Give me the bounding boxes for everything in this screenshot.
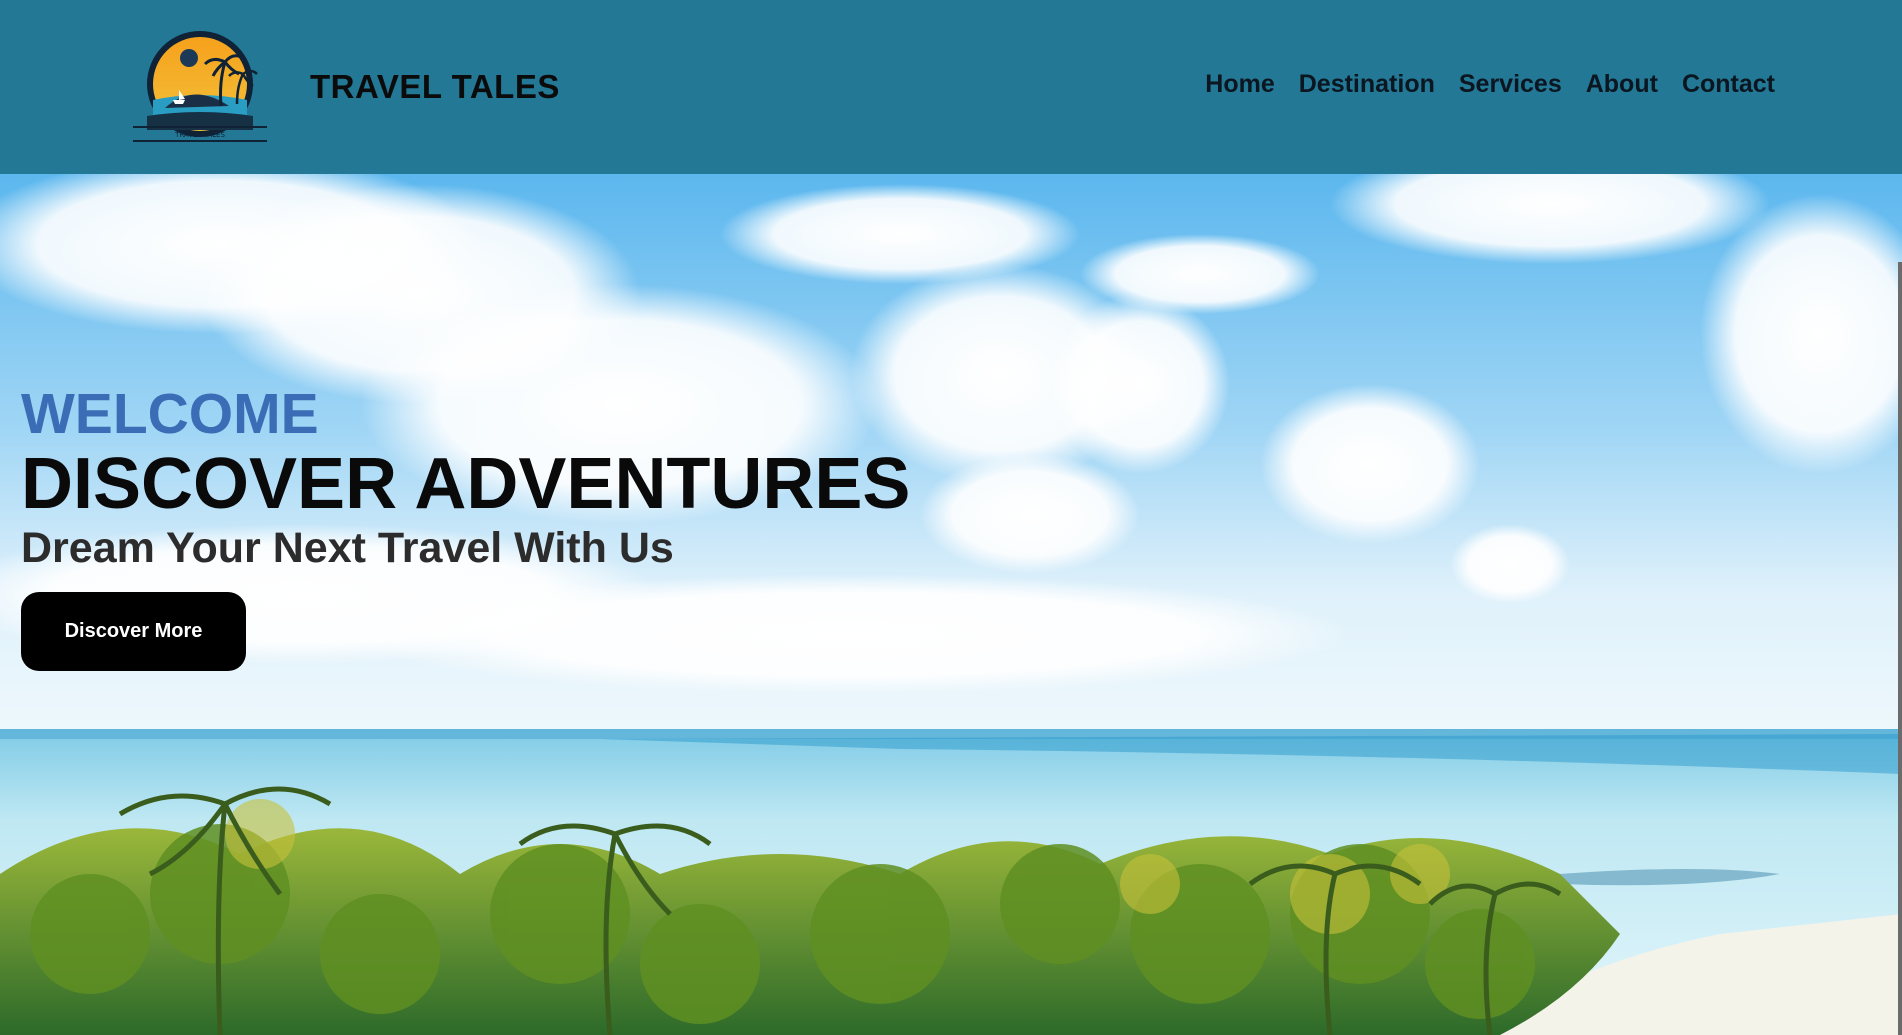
nav-link-about[interactable]: About xyxy=(1586,70,1658,99)
hero-subheading: Dream Your Next Travel With Us xyxy=(21,524,674,572)
brand-name[interactable]: TRAVEL TALES xyxy=(310,68,560,106)
svg-text:TRAVEL TALES: TRAVEL TALES xyxy=(174,131,225,139)
nav-link-services[interactable]: Services xyxy=(1459,70,1562,99)
discover-more-button[interactable]: Discover More xyxy=(21,592,246,671)
hero-text: WELCOME DISCOVER ADVENTURES Dream Your N… xyxy=(21,382,910,671)
scrollbar[interactable] xyxy=(1898,262,1902,1035)
logo-icon: TRAVEL TALES xyxy=(133,31,267,142)
main-nav: Home Destination Services About Contact xyxy=(1205,70,1775,99)
page: TRAVEL TALES TRAVEL TALES Home Destinati… xyxy=(0,0,1902,1035)
nav-link-home[interactable]: Home xyxy=(1205,70,1274,99)
site-header: TRAVEL TALES TRAVEL TALES Home Destinati… xyxy=(0,0,1902,174)
welcome-heading: WELCOME xyxy=(21,382,319,446)
hero-headline: DISCOVER ADVENTURES xyxy=(21,444,911,524)
hero-section: WELCOME DISCOVER ADVENTURES Dream Your N… xyxy=(0,174,1902,1035)
nav-link-contact[interactable]: Contact xyxy=(1682,70,1775,99)
nav-link-destination[interactable]: Destination xyxy=(1299,70,1435,99)
logo[interactable]: TRAVEL TALES xyxy=(133,30,267,144)
